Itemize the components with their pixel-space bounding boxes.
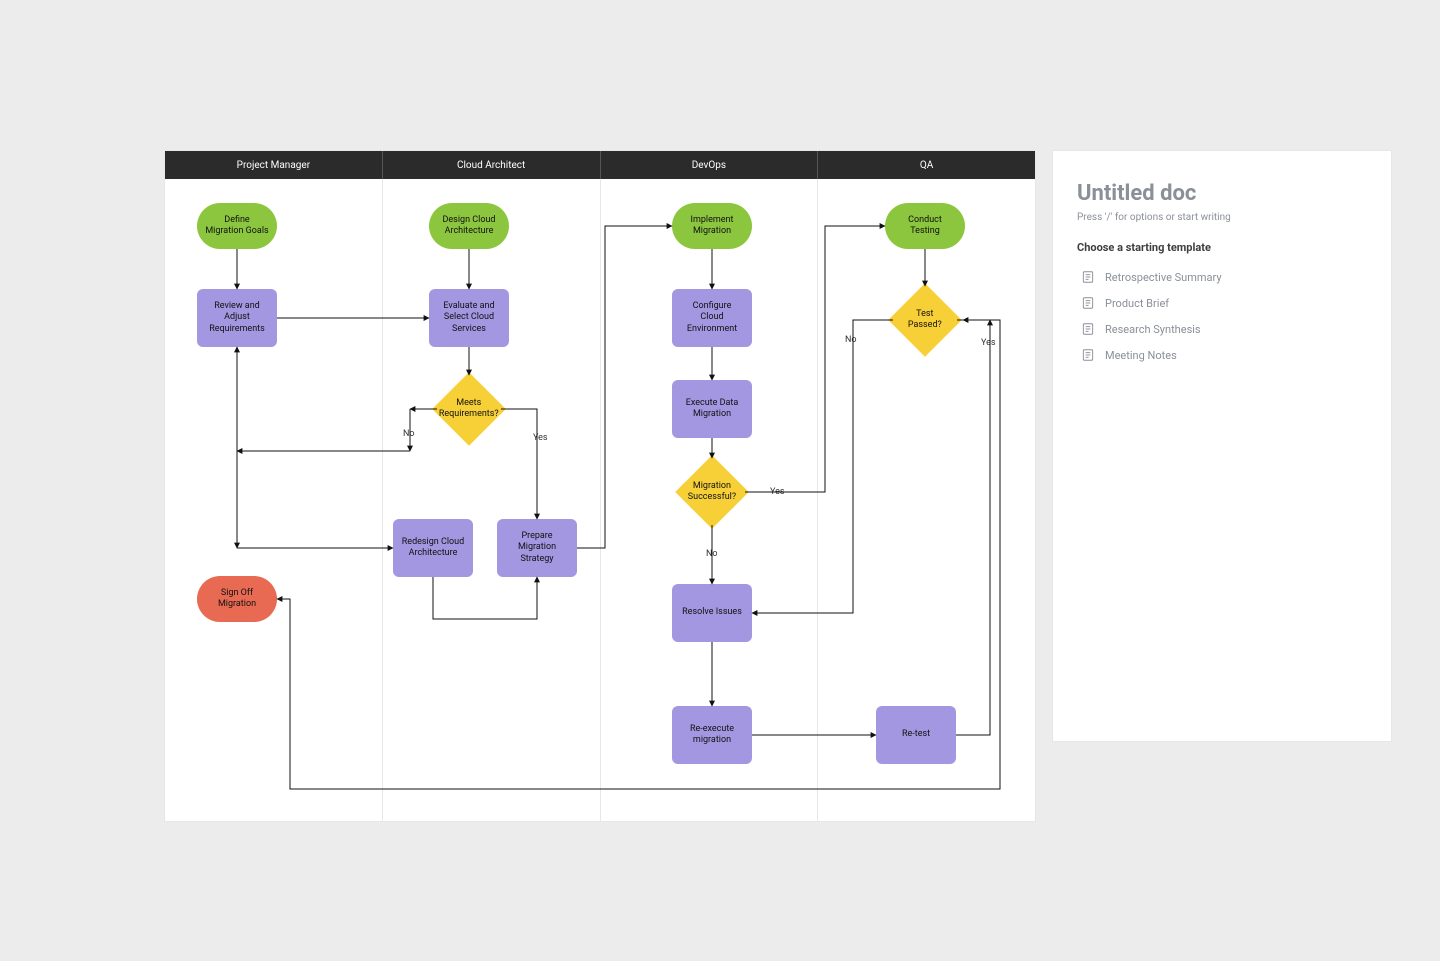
- node-conduct-testing[interactable]: Conduct Testing: [885, 203, 965, 249]
- node-configure-env[interactable]: Configure Cloud Environment: [672, 289, 752, 347]
- template-label: Product Brief: [1105, 297, 1169, 310]
- lane-header-qa: QA: [818, 151, 1035, 179]
- swimlane-header: Project Manager Cloud Architect DevOps Q…: [165, 151, 1035, 179]
- edge-label-meets-no: No: [403, 429, 415, 439]
- edge-label-pass-no: No: [845, 335, 857, 345]
- flowchart-canvas[interactable]: Project Manager Cloud Architect DevOps Q…: [165, 151, 1035, 821]
- doc-template-icon: [1081, 270, 1095, 284]
- lane-divider: [600, 179, 601, 821]
- template-retrospective[interactable]: Retrospective Summary: [1077, 264, 1367, 290]
- lane-header-do: DevOps: [601, 151, 819, 179]
- doc-template-icon: [1081, 296, 1095, 310]
- template-meeting-notes[interactable]: Meeting Notes: [1077, 342, 1367, 368]
- node-execute-migration[interactable]: Execute Data Migration: [672, 380, 752, 438]
- template-label: Meeting Notes: [1105, 349, 1177, 362]
- node-resolve-issues[interactable]: Resolve Issues: [672, 584, 752, 642]
- doc-panel[interactable]: Untitled doc Press '/' for options or st…: [1053, 151, 1391, 741]
- template-label: Research Synthesis: [1105, 323, 1201, 336]
- lane-divider: [382, 179, 383, 821]
- doc-template-icon: [1081, 348, 1095, 362]
- edge-label-pass-yes: Yes: [981, 338, 996, 348]
- node-prepare-strategy[interactable]: Prepare Migration Strategy: [497, 519, 577, 577]
- node-reexecute-migration[interactable]: Re-execute migration: [672, 706, 752, 764]
- node-meets-requirements[interactable]: Meets Requirements?: [432, 372, 506, 446]
- edge-label-meets-yes: Yes: [533, 433, 548, 443]
- template-research-synthesis[interactable]: Research Synthesis: [1077, 316, 1367, 342]
- node-retest[interactable]: Re-test: [876, 706, 956, 764]
- node-migration-successful[interactable]: Migration Successful?: [675, 455, 749, 529]
- lane-header-pm: Project Manager: [165, 151, 383, 179]
- node-define-goals[interactable]: Define Migration Goals: [197, 203, 277, 249]
- template-section-heading: Choose a starting template: [1077, 241, 1367, 254]
- doc-hint: Press '/' for options or start writing: [1077, 212, 1367, 223]
- template-label: Retrospective Summary: [1105, 271, 1222, 284]
- node-implement-migration[interactable]: Implement Migration: [672, 203, 752, 249]
- edge-label-succ-yes: Yes: [770, 487, 785, 497]
- node-design-arch[interactable]: Design Cloud Architecture: [429, 203, 509, 249]
- node-test-passed[interactable]: Test Passed?: [888, 283, 962, 357]
- doc-title[interactable]: Untitled doc: [1077, 181, 1367, 206]
- lane-divider: [817, 179, 818, 821]
- node-review-requirements[interactable]: Review and Adjust Requirements: [197, 289, 277, 347]
- doc-template-icon: [1081, 322, 1095, 336]
- node-redesign-arch[interactable]: Redesign Cloud Architecture: [393, 519, 473, 577]
- lane-header-ca: Cloud Architect: [383, 151, 601, 179]
- node-sign-off[interactable]: Sign Off Migration: [197, 576, 277, 622]
- template-product-brief[interactable]: Product Brief: [1077, 290, 1367, 316]
- node-evaluate-services[interactable]: Evaluate and Select Cloud Services: [429, 289, 509, 347]
- edge-label-succ-no: No: [706, 549, 718, 559]
